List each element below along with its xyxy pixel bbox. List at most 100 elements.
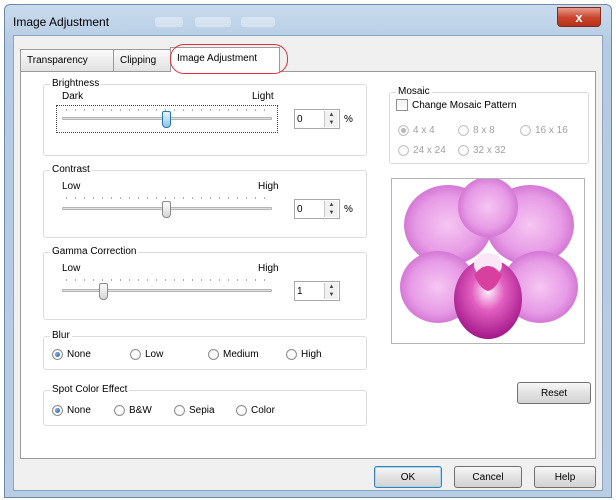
radio-icon	[236, 405, 247, 416]
brightness-value-input[interactable]	[297, 112, 321, 126]
close-icon: x	[575, 9, 583, 25]
blur-medium-radio[interactable]: Medium	[208, 349, 259, 360]
button-label: Help	[554, 471, 576, 483]
contrast-spinner[interactable]: ▲ ▼	[294, 199, 340, 219]
change-mosaic-checkbox[interactable]: Change Mosaic Pattern	[396, 99, 517, 111]
contrast-ticks	[66, 197, 268, 199]
close-button[interactable]: x	[557, 7, 601, 27]
radio-label: Color	[251, 405, 275, 416]
contrast-min-label: Low	[62, 181, 81, 192]
radio-label: None	[67, 405, 91, 416]
button-label: OK	[400, 471, 416, 483]
radio-icon	[286, 349, 297, 360]
radio-icon	[130, 349, 141, 360]
image-adjustment-panel: Brightness Dark Light ▲ ▼ % Contras	[20, 71, 596, 459]
spin-down-icon[interactable]: ▼	[325, 209, 338, 217]
radio-label: High	[301, 349, 322, 360]
cancel-button[interactable]: Cancel	[454, 466, 522, 488]
background-ghost-text	[195, 17, 231, 27]
contrast-unit: %	[344, 204, 353, 215]
spot-color-label: Spot Color Effect	[50, 384, 130, 395]
radio-icon	[398, 145, 409, 156]
gamma-track	[62, 289, 272, 292]
dialog-window: Image Adjustment x Transparency Clipping…	[4, 4, 612, 498]
background-ghost-text	[155, 17, 183, 27]
contrast-slider-thumb[interactable]	[162, 201, 171, 218]
tab-label: Clipping	[120, 55, 157, 66]
radio-selected-icon	[52, 405, 63, 416]
blur-label: Blur	[50, 330, 72, 341]
radio-label: 8 x 8	[473, 125, 495, 136]
spot-color-group: Spot Color Effect None B&W Sepia Color	[43, 384, 367, 426]
contrast-label: Contrast	[50, 164, 92, 175]
spot-sepia-radio[interactable]: Sepia	[174, 405, 215, 416]
orchid-photo-icon	[392, 177, 584, 343]
radio-icon	[174, 405, 185, 416]
spin-down-icon[interactable]: ▼	[325, 119, 338, 127]
spot-color-radio[interactable]: Color	[236, 405, 275, 416]
mosaic-8x8-radio[interactable]: 8 x 8	[458, 125, 495, 136]
spot-bw-radio[interactable]: B&W	[114, 405, 152, 416]
radio-icon	[458, 145, 469, 156]
blur-group: Blur None Low Medium High	[43, 330, 367, 370]
spin-up-icon[interactable]: ▲	[325, 201, 338, 209]
brightness-label: Brightness	[50, 78, 102, 89]
tab-label: Transparency	[27, 55, 88, 66]
spin-up-icon[interactable]: ▲	[325, 111, 338, 119]
radio-label: None	[67, 349, 91, 360]
radio-icon	[520, 125, 531, 136]
background-ghost-text	[241, 17, 275, 27]
spot-none-radio[interactable]: None	[52, 405, 91, 416]
gamma-value-input[interactable]	[297, 284, 321, 298]
spin-down-icon[interactable]: ▼	[325, 291, 338, 299]
radio-label: 32 x 32	[473, 145, 506, 156]
mosaic-24x24-radio[interactable]: 24 x 24	[398, 145, 446, 156]
radio-label: 4 x 4	[413, 125, 435, 136]
contrast-max-label: High	[258, 181, 279, 192]
title-bar[interactable]: Image Adjustment x	[5, 5, 611, 35]
dialog-client-area: Transparency Clipping Image Adjustment B…	[13, 35, 603, 491]
brightness-min-label: Dark	[62, 91, 84, 102]
mosaic-label: Mosaic	[396, 86, 432, 97]
brightness-spin-buttons: ▲ ▼	[324, 111, 338, 127]
brightness-spinner[interactable]: ▲ ▼	[294, 109, 340, 129]
brightness-group: Brightness Dark Light ▲ ▼ %	[43, 78, 367, 156]
radio-label: B&W	[129, 405, 152, 416]
mosaic-4x4-radio[interactable]: 4 x 4	[398, 125, 435, 136]
radio-selected-icon	[398, 125, 409, 136]
blur-high-radio[interactable]: High	[286, 349, 322, 360]
blur-low-radio[interactable]: Low	[130, 349, 163, 360]
mosaic-32x32-radio[interactable]: 32 x 32	[458, 145, 506, 156]
gamma-spin-buttons: ▲ ▼	[324, 283, 338, 299]
gamma-spinner[interactable]: ▲ ▼	[294, 281, 340, 301]
brightness-slider-thumb[interactable]	[162, 111, 171, 128]
radio-selected-icon	[52, 349, 63, 360]
window-title: Image Adjustment	[13, 15, 110, 29]
contrast-spin-buttons: ▲ ▼	[324, 201, 338, 217]
gamma-ticks	[66, 279, 268, 281]
image-preview-frame	[391, 177, 585, 344]
radio-label: Low	[145, 349, 164, 360]
ok-button[interactable]: OK	[374, 466, 442, 488]
checkbox-icon	[396, 99, 408, 111]
radio-icon	[114, 405, 125, 416]
contrast-value-input[interactable]	[297, 202, 321, 216]
brightness-unit: %	[344, 114, 353, 125]
checkbox-label: Change Mosaic Pattern	[412, 99, 517, 111]
gamma-slider-thumb[interactable]	[99, 283, 108, 300]
radio-icon	[208, 349, 219, 360]
radio-label: 24 x 24	[413, 145, 446, 156]
tab-transparency[interactable]: Transparency	[20, 49, 114, 71]
spin-up-icon[interactable]: ▲	[325, 283, 338, 291]
radio-label: 16 x 16	[535, 125, 568, 136]
button-label: Cancel	[472, 471, 504, 483]
tab-clipping[interactable]: Clipping	[113, 49, 171, 71]
radio-label: Sepia	[189, 405, 215, 416]
mosaic-16x16-radio[interactable]: 16 x 16	[520, 125, 568, 136]
reset-button[interactable]: Reset	[517, 382, 591, 404]
radio-icon	[458, 125, 469, 136]
help-button[interactable]: Help	[534, 466, 596, 488]
tab-highlight-annotation	[170, 44, 288, 74]
blur-none-radio[interactable]: None	[52, 349, 91, 360]
gamma-group: Gamma Correction Low High ▲ ▼	[43, 246, 367, 320]
